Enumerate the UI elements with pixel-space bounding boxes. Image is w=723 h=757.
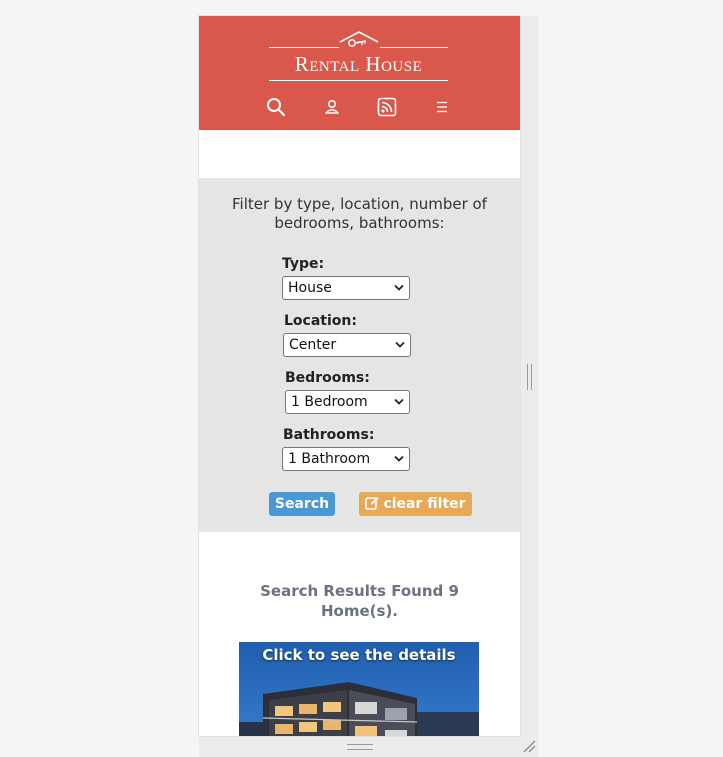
chevron-down-icon xyxy=(394,398,404,405)
resize-corner-icon[interactable] xyxy=(521,738,537,754)
bathrooms-select[interactable]: 1 Bathroom xyxy=(282,447,410,471)
bathrooms-select-value: 1 Bathroom xyxy=(288,451,371,467)
clear-filter-label: clear filter xyxy=(383,496,466,512)
results-count: Search Results Found 9 Home(s). xyxy=(260,582,459,620)
search-icon[interactable] xyxy=(265,96,287,118)
user-icon[interactable] xyxy=(321,96,343,118)
edit-icon xyxy=(365,497,379,510)
house-key-logo-icon xyxy=(339,31,379,47)
logo-divider xyxy=(380,47,448,48)
bedrooms-select-value: 1 Bedroom xyxy=(291,394,368,410)
vertical-resize-handle[interactable] xyxy=(527,364,532,390)
filter-heading: Filter by type, location, number of bedr… xyxy=(232,195,487,232)
bathrooms-label: Bathrooms: xyxy=(283,427,375,443)
chevron-down-icon xyxy=(394,455,404,462)
chevron-down-icon xyxy=(395,341,405,348)
clear-filter-button[interactable]: clear filter xyxy=(359,492,472,516)
filter-panel: Filter by type, location, number of bedr… xyxy=(199,178,520,532)
search-button[interactable]: Search xyxy=(269,492,335,516)
site-header: Rental House xyxy=(199,16,520,130)
mobile-viewport: Rental House Filter by type, location, n… xyxy=(199,16,520,736)
menu-icon[interactable] xyxy=(431,96,453,118)
card-caption: Click to see the details xyxy=(262,646,456,664)
type-label: Type: xyxy=(282,256,325,272)
location-select[interactable]: Center xyxy=(283,333,411,357)
location-select-value: Center xyxy=(289,337,337,353)
logo-divider xyxy=(269,80,448,81)
rss-icon[interactable] xyxy=(376,96,398,118)
bedrooms-select[interactable]: 1 Bedroom xyxy=(285,390,410,414)
bedrooms-label: Bedrooms: xyxy=(285,370,370,386)
logo-divider xyxy=(269,47,339,48)
type-select[interactable]: House xyxy=(282,276,410,300)
type-select-value: House xyxy=(288,280,332,296)
chevron-down-icon xyxy=(394,284,404,291)
horizontal-resize-handle[interactable] xyxy=(347,744,373,750)
brand-logo-text[interactable]: Rental House xyxy=(269,52,448,76)
property-card[interactable]: Click to see the details xyxy=(239,642,479,736)
location-label: Location: xyxy=(284,313,357,329)
